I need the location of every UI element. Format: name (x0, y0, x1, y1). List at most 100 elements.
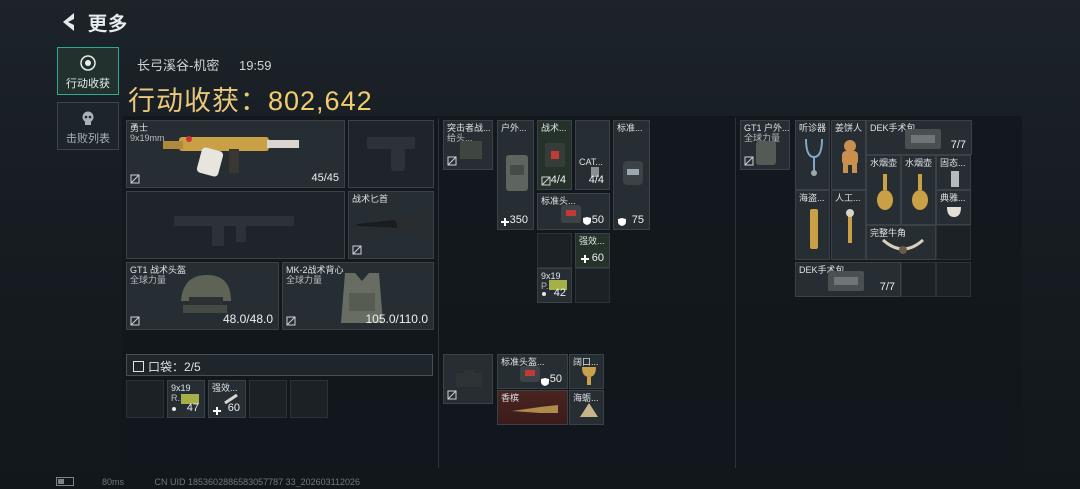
durability: 48.0/48.0 (222, 312, 273, 326)
item-name: GT1 户外... (744, 123, 790, 133)
pocket-slot-empty[interactable] (126, 380, 164, 418)
pocket-stim-slot[interactable]: 强效... 60 (208, 380, 246, 418)
rifle-silhouette-icon (174, 216, 294, 246)
skull-icon (82, 111, 94, 125)
item-name: 标准... (617, 123, 643, 133)
gingerbread-slot[interactable]: 姜饼人 (831, 120, 866, 190)
durability: 105.0/110.0 (365, 312, 428, 326)
ammo-count: 45/45 (311, 172, 339, 184)
empty-slot[interactable] (936, 262, 971, 297)
melee-slot[interactable]: 战术匕首 (348, 191, 434, 259)
surgical-kit-slot[interactable]: DEK手术包 7/7 (866, 120, 972, 155)
helmet-item-slot[interactable]: 标准头... 50 (537, 193, 610, 230)
lock-icon (744, 156, 754, 166)
spyglass-icon (810, 209, 818, 249)
artificial-joint-icon (846, 209, 854, 243)
oyster-icon (580, 403, 598, 417)
champagne-bottle-icon (512, 405, 558, 413)
pirate-item-slot[interactable]: 海盗... (795, 190, 830, 260)
shield-icon (541, 378, 549, 386)
pocket-ammo-slot[interactable]: 9x19 R... 47 (167, 380, 205, 418)
secondary-weapon-slot[interactable] (126, 191, 345, 259)
bag-cup-slot[interactable]: 阔口... (569, 354, 604, 389)
item-name: 强效... (212, 383, 238, 393)
lock-icon (286, 316, 296, 326)
ammo-slot[interactable]: 9x19 P... 42 (537, 268, 572, 303)
item-count: 4/4 (550, 174, 566, 186)
lock-icon (130, 316, 140, 326)
item-count: 4/4 (588, 174, 604, 186)
page-title: 更多 (88, 14, 129, 35)
item-name: 典雅... (940, 193, 966, 203)
ping: 80ms (102, 477, 125, 487)
item-name: MK-2战术背心 (286, 265, 344, 275)
backpack-item-slot[interactable]: 户外... 350 (497, 120, 534, 230)
helmet-icon (520, 366, 540, 382)
medkit-slot[interactable]: 战术... 4/4 (537, 120, 572, 190)
item-name: 战术匕首 (352, 194, 389, 204)
item-count: 47 (186, 402, 199, 414)
lock-icon (447, 390, 457, 400)
case-icon (456, 370, 482, 387)
teacup-icon (947, 207, 961, 217)
tab-label: 行动收获 (66, 78, 110, 90)
lock-icon (541, 176, 551, 186)
surgical-kit-slot[interactable]: DEK手术包 7/7 (795, 262, 901, 297)
item-name: 战术... (541, 123, 567, 133)
item-brand: 全球力量 (286, 275, 323, 285)
harvest-value: 802,642 (268, 86, 373, 116)
tab-action-harvest[interactable]: 行动收获 (57, 47, 119, 95)
empty-slot[interactable] (537, 233, 572, 268)
empty-slot[interactable] (936, 225, 971, 260)
item-count: 7/7 (879, 281, 895, 293)
primary-weapon-slot[interactable]: 勇士 9x19mm 45/45 (126, 120, 345, 188)
elegant-item-slot[interactable]: 典雅... (936, 190, 971, 225)
medkit-icon (545, 143, 565, 167)
item-name: 强效... (579, 236, 605, 246)
bag-slot[interactable] (443, 354, 493, 404)
hookah-icon (877, 174, 893, 210)
tourniquet-slot[interactable]: CAT... 4/4 (575, 120, 610, 190)
backpack-rig-slot[interactable]: GT1 户外... 全球力量 (740, 120, 790, 170)
pocket-slot-empty[interactable] (290, 380, 328, 418)
helmet-icon (561, 205, 581, 223)
uid: CN UID 1853602886583057787 33_2026031120… (154, 477, 361, 487)
armor-slot[interactable]: MK-2战术背心 全球力量 105.0/110.0 (282, 262, 434, 330)
item-name: 固态... (940, 158, 966, 168)
item-name: 水烟壶 (870, 158, 898, 168)
item-name: 户外... (501, 123, 527, 133)
bag-oyster-slot[interactable]: 海蛎... (569, 390, 604, 425)
lock-icon (447, 156, 457, 166)
shield-icon (618, 218, 626, 226)
pistol-slot[interactable] (348, 120, 434, 188)
horn-slot[interactable]: 完整牛角 (866, 225, 936, 260)
surgical-case-icon (905, 129, 941, 149)
plus-icon (581, 255, 589, 263)
pocket-header: 口袋：2/5 (126, 354, 433, 376)
bag-helmet-slot[interactable]: 标准头盔... 50 (497, 354, 568, 389)
dot-icon (172, 407, 176, 411)
solid-state-slot[interactable]: 固态... (936, 155, 971, 190)
tab-defeat-list[interactable]: 击败列表 (57, 102, 119, 150)
stim-slot[interactable]: 强效... 60 (575, 233, 610, 268)
item-count: 42 (553, 287, 566, 299)
hookah-slot[interactable]: 水烟壶 (901, 155, 936, 225)
lock-icon (130, 174, 140, 184)
item-name: 听诊器 (799, 123, 827, 133)
pocket-label: 口袋：2/5 (148, 360, 201, 374)
chest-rig-slot[interactable]: 突击者战... 给头... (443, 120, 493, 170)
knife-icon (357, 220, 427, 228)
helmet-slot[interactable]: GT1 战术头盔 全球力量 48.0/48.0 (126, 262, 279, 330)
item-count: 75 (631, 214, 644, 226)
pocket-slot-empty[interactable] (249, 380, 287, 418)
shield-icon (583, 217, 591, 225)
eye-target-icon (80, 55, 96, 71)
back-arrow-icon[interactable] (58, 10, 82, 34)
armor-plate-slot[interactable]: 标准... 75 (613, 120, 650, 230)
artificial-item-slot[interactable]: 人工... (831, 190, 866, 260)
empty-slot[interactable] (901, 262, 936, 297)
empty-slot[interactable] (575, 268, 610, 303)
hookah-slot[interactable]: 水烟壶 (866, 155, 901, 225)
bag-champagne-slot[interactable]: 香槟 (497, 390, 568, 425)
stethoscope-slot[interactable]: 听诊器 (795, 120, 830, 190)
